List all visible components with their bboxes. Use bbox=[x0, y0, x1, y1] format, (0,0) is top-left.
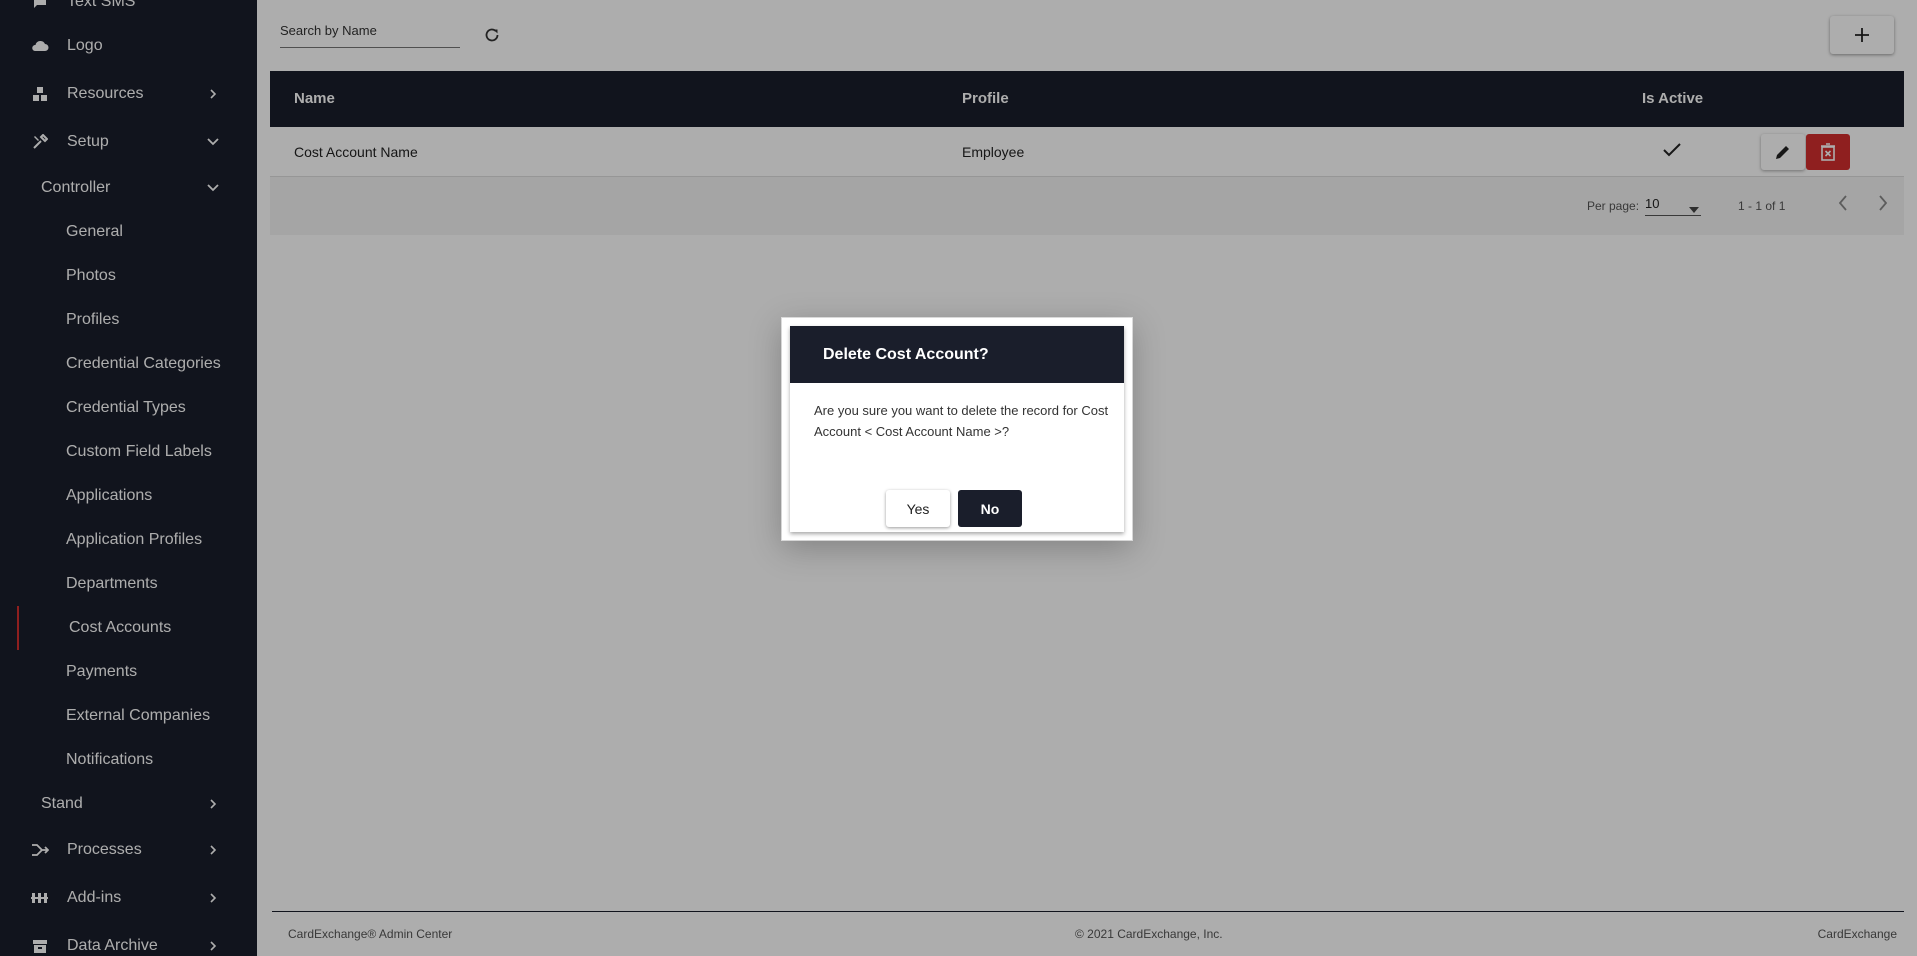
dialog-card: Delete Cost Account? Are you sure you wa… bbox=[790, 326, 1124, 532]
yes-button[interactable]: Yes bbox=[886, 490, 950, 527]
dialog-message: Are you sure you want to delete the reco… bbox=[814, 403, 1109, 439]
dialog-title: Delete Cost Account? bbox=[823, 346, 989, 363]
dialog-header: Delete Cost Account? bbox=[790, 326, 1124, 383]
delete-confirm-dialog: Delete Cost Account? Are you sure you wa… bbox=[782, 318, 1132, 540]
no-button[interactable]: No bbox=[958, 490, 1022, 527]
